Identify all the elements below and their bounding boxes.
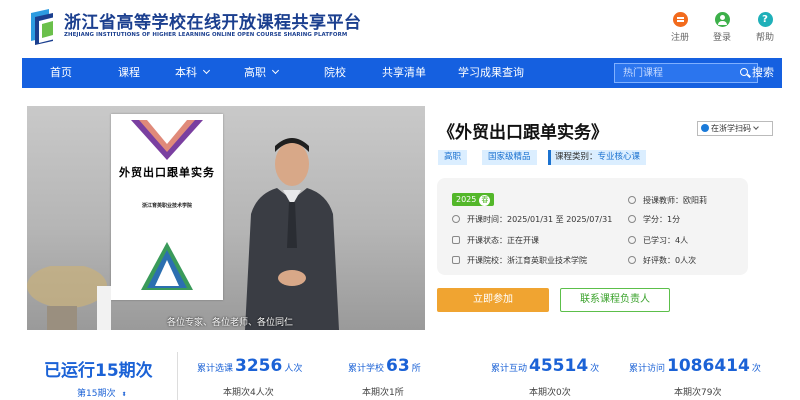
rating-icon	[628, 256, 636, 264]
info-status: 开课状态：正在开课	[452, 235, 539, 246]
tag-category: 课程类别：专业核心课	[548, 150, 647, 165]
help-label: 帮助	[755, 33, 774, 43]
video-caption: 各位专家、各位老师、各位同仁	[167, 318, 294, 328]
stat-label: 累计访问	[629, 364, 666, 374]
stat-unit: 所	[411, 364, 421, 374]
learned-text: 已学习：4人	[643, 236, 689, 245]
teacher-text: 授课教师：欧阳莉	[643, 196, 707, 205]
tag-level: 高职	[438, 150, 468, 165]
join-now-button[interactable]: 立即参加	[437, 288, 549, 312]
poster-triangle-logo-icon	[141, 242, 193, 290]
stat-visits: 累计访问 1086414 次	[629, 356, 761, 376]
register-icon	[672, 12, 688, 27]
poster-title: 外贸出口跟单实务	[119, 166, 215, 179]
nav-undergrad-label: 本科	[175, 66, 197, 79]
stat-enrollments: 累计选课 3256 人次	[197, 356, 302, 376]
site-header: 浙江省高等学校在线开放课程共享平台 ZHEJIANG INSTITUTIONS …	[0, 0, 800, 58]
category-label: 课程类别：	[555, 152, 598, 162]
search-input[interactable]	[614, 63, 758, 83]
info-credit: 学分：1分	[628, 214, 680, 225]
stat-value: 63	[386, 356, 410, 376]
login-label: 登录	[712, 33, 731, 43]
chevron-down-icon	[753, 124, 759, 130]
chevron-down-icon	[271, 66, 280, 75]
stat-value: 1086414	[667, 356, 750, 376]
stat-visits-sub: 本期次79次	[674, 388, 722, 398]
nav-courses[interactable]: 课程	[118, 58, 140, 88]
info-open-time: 开课时间：2025/01/31 至 2025/07/31	[452, 214, 612, 225]
nav-vocational[interactable]: 高职	[244, 58, 280, 88]
search-icon	[740, 68, 748, 76]
course-title: 《外贸出口跟单实务》	[438, 123, 608, 143]
school-text: 开课院校：浙江育英职业技术学院	[467, 256, 587, 265]
contact-owner-button[interactable]: 联系课程负责人	[560, 288, 670, 312]
login-link[interactable]: 登录	[704, 12, 740, 43]
course-video-player[interactable]: 外贸出口跟单实务 浙江育英职业技术学院 各位专家、各位老师、各位同仁	[27, 106, 425, 330]
chevron-down-icon	[202, 66, 211, 75]
stat-value: 3256	[235, 356, 283, 376]
teacher-icon	[628, 196, 636, 204]
register-link[interactable]: 注册	[662, 12, 698, 43]
nav-undergrad[interactable]: 本科	[175, 58, 211, 88]
period-selector[interactable]: 第15期次 ⬍	[77, 386, 126, 399]
nav-schools[interactable]: 院校	[324, 58, 346, 88]
school-icon	[452, 256, 460, 264]
tag-grade: 国家级精品	[482, 150, 537, 165]
stat-schools: 累计学校 63 所	[348, 356, 421, 376]
open-time-text: 开课时间：2025/01/31 至 2025/07/31	[467, 215, 613, 224]
info-rating: 好评数：0人次	[628, 255, 696, 266]
zhexue-app-icon	[701, 124, 709, 132]
user-icon	[628, 236, 636, 244]
credit-text: 学分：1分	[643, 215, 681, 224]
stat-schools-sub: 本期次1所	[362, 388, 404, 398]
main-nav: 首页 课程 本科 高职 院校 共享清单 学习成果查询 搜索	[22, 58, 782, 88]
qr-label: 在浙学扫码	[711, 124, 751, 133]
status-text: 开课状态：正在开课	[467, 236, 539, 245]
site-title: 浙江省高等学校在线开放课程共享平台	[64, 13, 362, 33]
stat-label: 累计学校	[348, 364, 385, 374]
info-school: 开课院校：浙江育英职业技术学院	[452, 255, 587, 266]
stat-enrollments-sub: 本期次4人次	[223, 388, 274, 398]
search-label: 搜索	[752, 66, 774, 79]
category-value: 专业核心课	[597, 152, 641, 162]
term-year: 2025	[456, 195, 477, 204]
platform-logo-icon[interactable]	[27, 7, 59, 47]
nav-home[interactable]: 首页	[50, 58, 72, 88]
term-badge: 2025 春	[452, 193, 495, 206]
instructor-figure	[245, 138, 339, 330]
site-subtitle: ZHEJIANG INSTITUTIONS OF HIGHER LEARNING…	[64, 32, 348, 38]
stat-interactions-sub: 本期次0次	[529, 388, 571, 398]
stat-unit: 次	[590, 364, 600, 374]
term-season: 春	[479, 195, 491, 206]
qr-scan-dropdown[interactable]: 在浙学扫码	[697, 121, 773, 136]
info-teacher: 授课教师：欧阳莉	[628, 195, 707, 206]
stat-interactions: 累计互动 45514 次	[491, 356, 599, 376]
stat-label: 累计选课	[197, 364, 234, 374]
login-icon	[714, 12, 730, 27]
info-learned: 已学习：4人	[628, 235, 688, 246]
poster-subtitle: 浙江育英职业技术学院	[141, 203, 192, 209]
decor-plant-icon	[27, 266, 111, 330]
divider	[177, 352, 178, 400]
search-button[interactable]: 搜索	[740, 58, 774, 88]
stat-label: 累计互动	[491, 364, 528, 374]
rating-text: 好评数：0人次	[643, 256, 697, 265]
nav-learning-results[interactable]: 学习成果查询	[458, 58, 524, 88]
register-label: 注册	[670, 33, 689, 43]
poster-v-logo-icon	[131, 120, 203, 160]
clock-icon	[452, 215, 460, 223]
nav-vocational-label: 高职	[244, 66, 266, 79]
calendar-icon	[452, 236, 460, 244]
run-periods: 已运行15期次	[44, 361, 153, 381]
credit-icon	[628, 215, 636, 223]
course-poster: 外贸出口跟单实务 浙江育英职业技术学院	[111, 114, 223, 300]
period-label: 第15期次	[77, 389, 116, 399]
nav-share-list[interactable]: 共享清单	[382, 58, 426, 88]
stat-unit: 人次	[284, 364, 303, 374]
stat-value: 45514	[529, 356, 589, 376]
sort-updown-icon: ⬍	[121, 391, 127, 398]
help-link[interactable]: ? 帮助	[747, 12, 783, 43]
stat-unit: 次	[751, 364, 761, 374]
help-icon: ?	[757, 12, 773, 27]
